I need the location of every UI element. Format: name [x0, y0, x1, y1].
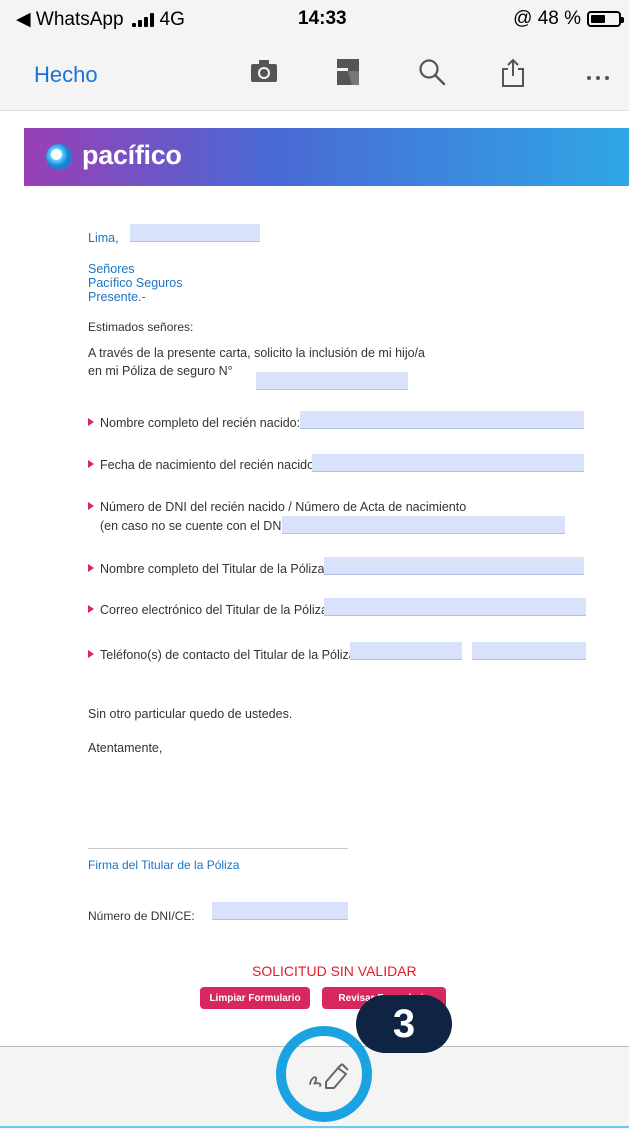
clock: 14:33 — [298, 8, 347, 29]
camera-icon[interactable] — [250, 58, 278, 89]
step-number-badge: 3 — [356, 995, 452, 1053]
viewer-toolbar: Hecho — [0, 38, 629, 111]
field-label-newborn-name: Nombre completo del recién nacido: — [88, 416, 300, 430]
recipient-line: Presente.- — [88, 290, 146, 304]
status-bar: ◀ WhatsApp 4G 14:33 @ 48 % — [0, 0, 629, 38]
done-button[interactable]: Hecho — [34, 62, 98, 88]
signature-line[interactable] — [88, 848, 348, 849]
signature-label: Firma del Titular de la Póliza — [88, 858, 240, 872]
field-label-dni: Número de DNI del recién nacido / Número… — [88, 500, 466, 514]
holder-name-field[interactable] — [324, 557, 584, 575]
network-type: 4G — [159, 8, 185, 30]
field-label-birth-date: Fecha de nacimiento del recién nacido: — [88, 458, 318, 472]
dni-field[interactable] — [282, 516, 565, 534]
search-icon[interactable] — [418, 58, 446, 91]
battery-icon — [587, 11, 624, 27]
clear-form-button[interactable]: Limpiar Formulario — [200, 987, 310, 1009]
intro-line: en mi Póliza de seguro N° — [88, 364, 233, 378]
markup-pen-icon[interactable] — [304, 1060, 350, 1097]
status-left: ◀ WhatsApp 4G — [16, 8, 185, 31]
closing-text: Sin otro particular quedo de ustedes. — [88, 707, 293, 721]
pacifico-banner: pacífico — [24, 128, 629, 186]
document-icon[interactable] — [336, 58, 360, 91]
status-right: @ 48 % — [513, 8, 624, 30]
back-to-app-link[interactable]: ◀ WhatsApp — [16, 8, 124, 31]
holder-phone-field-1[interactable] — [350, 642, 462, 660]
greeting: Estimados señores: — [88, 320, 194, 334]
validation-status: SOLICITUD SIN VALIDAR — [252, 963, 417, 979]
birth-date-field[interactable] — [312, 454, 584, 472]
dni-ce-field[interactable] — [212, 902, 348, 920]
policy-number-field[interactable] — [256, 372, 408, 390]
field-label-holder-email: Correo electrónico del Titular de la Pól… — [88, 603, 331, 617]
newborn-name-field[interactable] — [300, 411, 584, 429]
pacifico-logo-icon — [46, 144, 72, 170]
field-label-holder-name: Nombre completo del Titular de la Póliza… — [88, 562, 328, 576]
holder-phone-field-2[interactable] — [472, 642, 586, 660]
more-icon[interactable] — [586, 68, 610, 86]
dni-ce-label: Número de DNI/CE: — [88, 909, 195, 923]
battery-percent: @ 48 % — [513, 8, 581, 29]
field-label-dni-note: (en caso no se cuente con el DNI): — [100, 519, 293, 533]
regards-text: Atentamente, — [88, 741, 163, 755]
field-label-holder-phone: Teléfono(s) de contacto del Titular de l… — [88, 648, 359, 662]
brand-name: pacífico — [82, 140, 182, 170]
recipient-line: Pacífico Seguros — [88, 276, 183, 290]
city-label: Lima, — [88, 231, 119, 245]
signal-icon — [131, 12, 154, 27]
intro-line: A través de la presente carta, solicito … — [88, 346, 425, 360]
holder-email-field[interactable] — [324, 598, 586, 616]
recipient-line: Señores — [88, 262, 135, 276]
share-icon[interactable] — [500, 58, 526, 93]
date-field[interactable] — [130, 224, 260, 242]
